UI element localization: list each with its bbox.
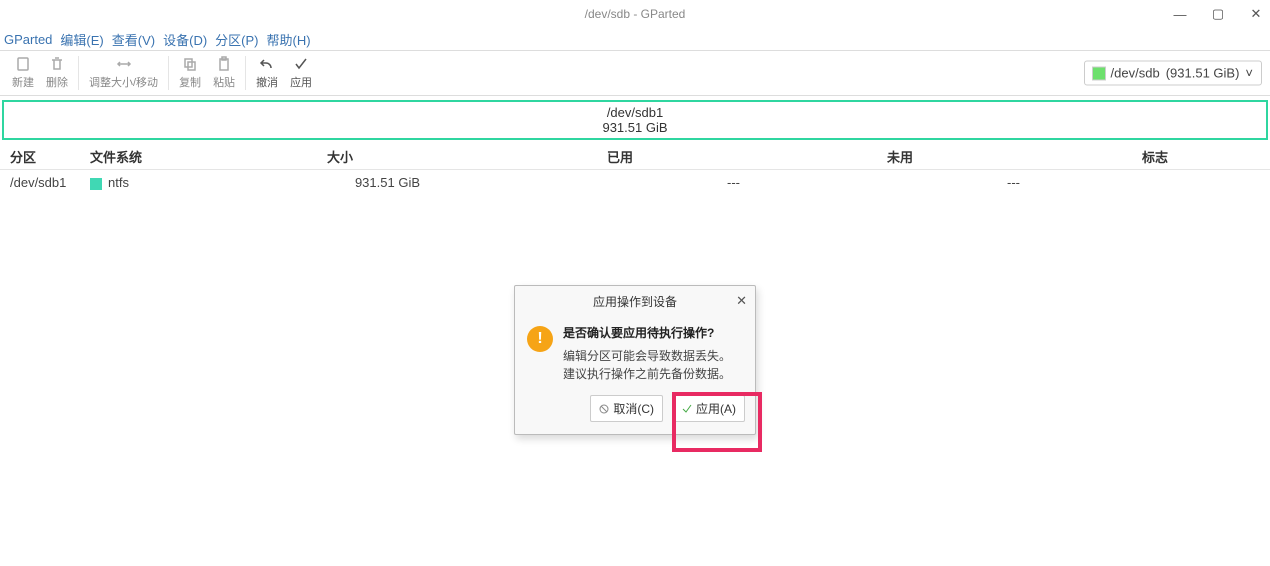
undo-icon (259, 56, 275, 72)
cell-fs-text: ntfs (108, 175, 129, 190)
new-button[interactable]: 新建 (6, 54, 40, 92)
delete-button[interactable]: 删除 (40, 54, 74, 92)
titlebar: /dev/sdb - GParted — ▢ ✕ (0, 0, 1270, 28)
window-title: /dev/sdb - GParted (585, 7, 686, 21)
ntfs-swatch-icon (90, 178, 102, 190)
apply-confirm-button[interactable]: 应用(A) (673, 395, 745, 422)
chevron-down-icon: ˅ (1245, 66, 1253, 81)
undo-label: 撤消 (256, 74, 278, 90)
window-controls: — ▢ ✕ (1170, 0, 1266, 28)
paste-icon (216, 56, 232, 72)
dialog-close-button[interactable]: ✕ (736, 293, 747, 309)
check-icon (293, 56, 309, 72)
partition-bar[interactable]: /dev/sdb1 931.51 GiB (2, 100, 1268, 140)
dialog-titlebar: 应用操作到设备 ✕ (515, 286, 755, 316)
cell-used: --- (480, 170, 760, 196)
col-filesystem[interactable]: 文件系统 (80, 144, 200, 170)
copy-label: 复制 (179, 74, 201, 90)
cancel-button[interactable]: 取消(C) (590, 395, 663, 422)
delete-label: 删除 (46, 74, 68, 90)
new-label: 新建 (12, 74, 34, 90)
dialog-message: 是否确认要应用待执行操作? 编辑分区可能会导致数据丢失。 建议执行操作之前先备份… (563, 324, 731, 383)
cell-size: 931.51 GiB (200, 170, 480, 196)
new-icon (15, 56, 31, 72)
separator (245, 56, 246, 90)
trash-icon (49, 56, 65, 72)
col-used[interactable]: 已用 (480, 144, 760, 170)
dialog-line2: 建议执行操作之前先备份数据。 (563, 365, 731, 383)
paste-label: 粘贴 (213, 74, 235, 90)
menu-edit[interactable]: 编辑(E) (60, 30, 103, 49)
warning-icon: ! (527, 326, 553, 352)
apply-confirm-label: 应用(A) (696, 400, 736, 417)
resize-icon (116, 56, 132, 72)
col-flags[interactable]: 标志 (1040, 144, 1270, 170)
menu-view[interactable]: 查看(V) (112, 30, 155, 49)
cell-filesystem: ntfs (80, 170, 200, 196)
partition-table: 分区 文件系统 大小 已用 未用 标志 /dev/sdb1 ntfs 931.5… (0, 144, 1270, 195)
undo-button[interactable]: 撤消 (250, 54, 284, 92)
device-swatch-icon (1093, 67, 1105, 79)
cancel-label: 取消(C) (613, 400, 654, 417)
confirm-dialog: 应用操作到设备 ✕ ! 是否确认要应用待执行操作? 编辑分区可能会导致数据丢失。… (514, 285, 756, 435)
cancel-icon (599, 404, 609, 414)
col-size[interactable]: 大小 (200, 144, 480, 170)
col-unused[interactable]: 未用 (760, 144, 1040, 170)
col-partition[interactable]: 分区 (0, 144, 80, 170)
dialog-line1: 编辑分区可能会导致数据丢失。 (563, 347, 731, 365)
toolbar: 新建 删除 调整大小/移动 复制 粘贴 撤消 应用 /dev/sdb (931.… (0, 50, 1270, 96)
resize-label: 调整大小/移动 (89, 74, 158, 90)
paste-button[interactable]: 粘贴 (207, 54, 241, 92)
resize-button[interactable]: 调整大小/移动 (83, 54, 164, 92)
copy-button[interactable]: 复制 (173, 54, 207, 92)
copy-icon (182, 56, 198, 72)
device-selector[interactable]: /dev/sdb (931.51 GiB) ˅ (1084, 61, 1262, 86)
cell-unused: --- (760, 170, 1040, 196)
separator (168, 56, 169, 90)
dialog-body: ! 是否确认要应用待执行操作? 编辑分区可能会导致数据丢失。 建议执行操作之前先… (515, 316, 755, 389)
menu-help[interactable]: 帮助(H) (267, 30, 311, 49)
close-button[interactable]: ✕ (1246, 6, 1266, 22)
maximize-button[interactable]: ▢ (1208, 6, 1228, 22)
apply-button[interactable]: 应用 (284, 54, 318, 92)
dialog-title: 应用操作到设备 (593, 293, 677, 310)
dialog-buttons: 取消(C) 应用(A) (515, 389, 755, 434)
table-row[interactable]: /dev/sdb1 ntfs 931.51 GiB --- --- (0, 170, 1270, 196)
minimize-button[interactable]: — (1170, 7, 1190, 22)
dialog-question: 是否确认要应用待执行操作? (563, 324, 731, 341)
separator (78, 56, 79, 90)
menu-gparted[interactable]: GParted (4, 32, 52, 47)
check-icon (682, 404, 692, 414)
partition-bar-size: 931.51 GiB (602, 120, 667, 135)
device-size: (931.51 GiB) (1166, 66, 1240, 81)
partition-bar-name: /dev/sdb1 (607, 105, 663, 120)
device-name: /dev/sdb (1111, 66, 1160, 81)
menu-device[interactable]: 设备(D) (163, 30, 207, 49)
cell-partition: /dev/sdb1 (0, 170, 80, 196)
menu-partition[interactable]: 分区(P) (215, 30, 258, 49)
menubar: GParted 编辑(E) 查看(V) 设备(D) 分区(P) 帮助(H) (0, 28, 1270, 50)
cell-flags (1040, 170, 1270, 196)
apply-label: 应用 (290, 74, 312, 90)
